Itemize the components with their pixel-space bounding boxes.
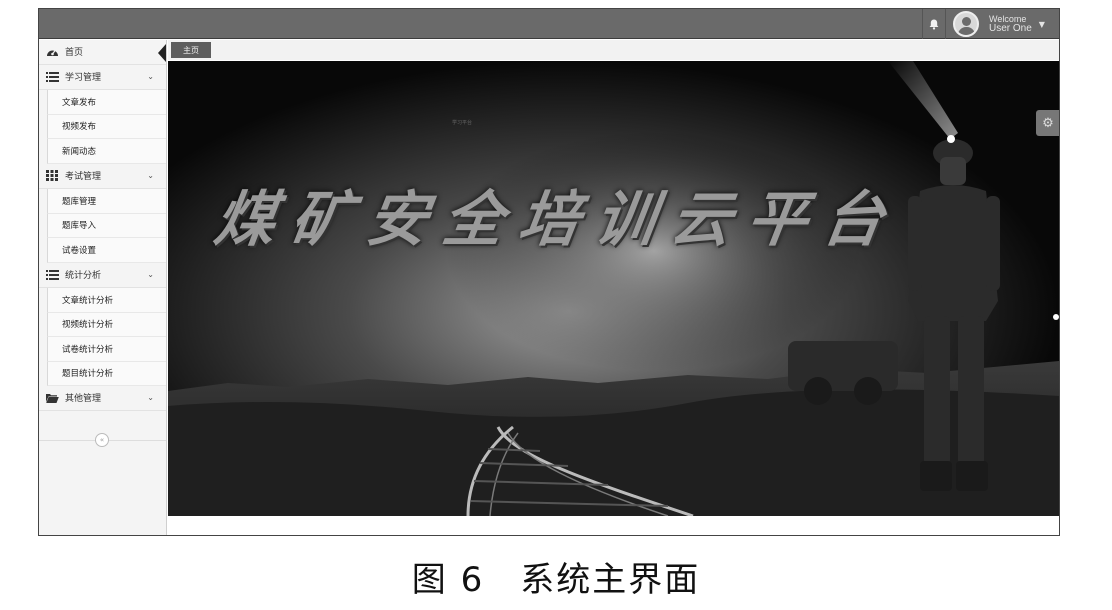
list-icon xyxy=(45,71,59,83)
tab-bar: 主页 xyxy=(168,40,1059,60)
sidebar: 首页 学习管理 ⌄ 文章发布 视频发布 新闻动态 考试管理 ⌄ 题库管理 题库导… xyxy=(39,40,167,535)
sidebar-group-label: 考试管理 xyxy=(65,172,102,183)
footer xyxy=(168,516,1059,535)
sidebar-subitem[interactable]: 题目统计分析 xyxy=(47,361,166,386)
sidebar-group-exam[interactable]: 考试管理 ⌄ xyxy=(39,164,166,189)
chevron-down-icon: ⌄ xyxy=(147,171,154,181)
sidebar-item-label: 首页 xyxy=(65,48,84,59)
sidebar-subitem[interactable]: 试卷统计分析 xyxy=(47,337,166,362)
chevron-down-icon: ⌄ xyxy=(147,393,154,403)
caret-down-icon: ▼ xyxy=(1038,19,1045,29)
folder-icon xyxy=(45,392,59,404)
grid-icon xyxy=(45,170,59,182)
user-name: User One xyxy=(989,23,1032,34)
chevron-down-icon: ⌄ xyxy=(147,72,154,82)
sidebar-group-learning[interactable]: 学习管理 ⌄ xyxy=(39,65,166,90)
sidebar-group-stats[interactable]: 统计分析 ⌄ xyxy=(39,263,166,288)
sidebar-subitem[interactable]: 题库导入 xyxy=(47,213,166,238)
chevron-down-icon: ⌄ xyxy=(147,270,154,280)
figure-caption: 图 6 系统主界面 xyxy=(411,560,701,600)
app-window: Welcome User One ▼ 首页 学习管理 ⌄ 文章发布 视频发布 新… xyxy=(38,8,1060,536)
notification-button[interactable] xyxy=(922,9,946,39)
sidebar-subitem[interactable]: 文章统计分析 xyxy=(47,288,166,313)
sidebar-group-label: 统计分析 xyxy=(65,271,102,282)
user-info: Welcome User One xyxy=(989,14,1032,34)
tab-home[interactable]: 主页 xyxy=(171,42,211,58)
banner-small-text: 学习平台 xyxy=(452,120,473,126)
mine-scene-illustration xyxy=(168,61,1059,516)
sidebar-subitem[interactable]: 题库管理 xyxy=(47,189,166,214)
settings-button[interactable]: ⚙ xyxy=(1036,110,1059,136)
gear-icon: ⚙ xyxy=(1042,115,1054,131)
sidebar-subitem[interactable]: 视频统计分析 xyxy=(47,312,166,337)
bell-icon xyxy=(929,19,939,30)
user-menu[interactable]: Welcome User One ▼ xyxy=(949,9,1059,39)
sidebar-subitem[interactable]: 新闻动态 xyxy=(47,139,166,164)
double-chevron-left-icon: « xyxy=(99,436,105,444)
sidebar-group-label: 学习管理 xyxy=(65,73,102,84)
sidebar-group-label: 其他管理 xyxy=(65,394,102,405)
avatar xyxy=(953,11,979,37)
sidebar-item-home[interactable]: 首页 xyxy=(39,40,166,65)
top-navbar: Welcome User One ▼ xyxy=(39,9,1059,39)
banner-image: 学习平台 煤矿安全培训云平台 xyxy=(168,61,1059,516)
sidebar-subitem[interactable]: 文章发布 xyxy=(47,90,166,115)
sidebar-group-other[interactable]: 其他管理 ⌄ xyxy=(39,386,166,411)
dashboard-icon xyxy=(45,46,59,58)
collapse-sidebar-button[interactable]: « xyxy=(95,433,109,447)
sidebar-subitem[interactable]: 视频发布 xyxy=(47,114,166,139)
sidebar-subitem[interactable]: 试卷设置 xyxy=(47,238,166,263)
list-icon xyxy=(45,269,59,281)
banner-title: 煤矿安全培训云平台 xyxy=(210,185,905,255)
